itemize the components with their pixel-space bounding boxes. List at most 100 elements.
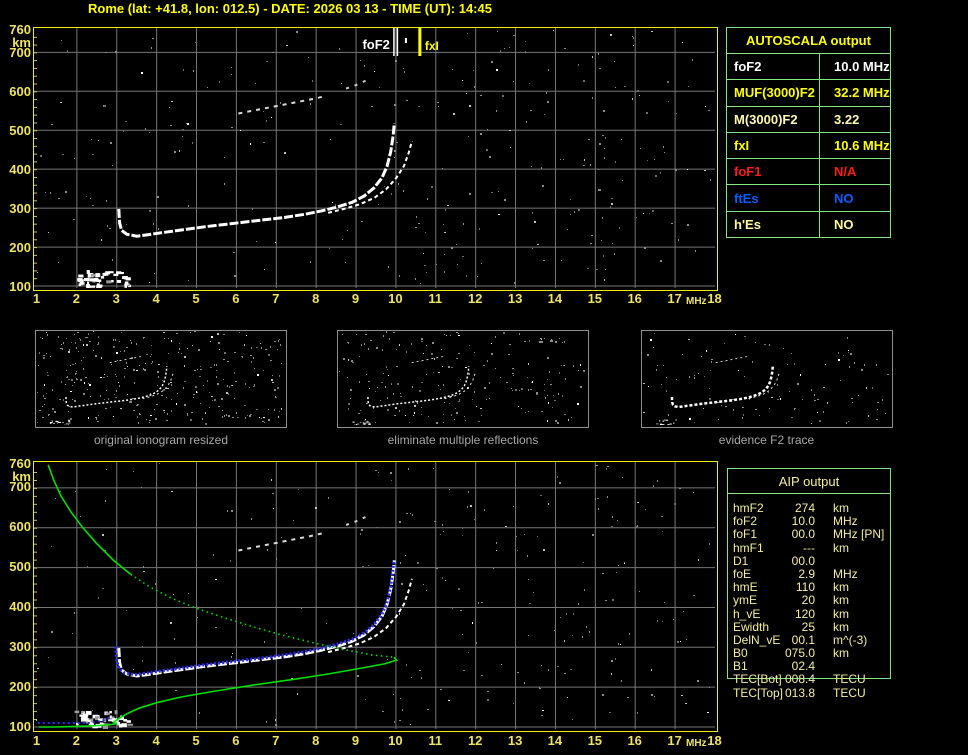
x-axis-tick-label: 14	[547, 291, 563, 306]
y-axis-tick-label: 200	[9, 239, 31, 255]
aip-unit: MHz	[833, 527, 858, 542]
parameter-label: h'Es	[727, 211, 820, 237]
x-axis-tick-label: 9	[351, 733, 360, 748]
x-axis-tick-label: 13	[507, 291, 523, 306]
aip-value: ---	[803, 540, 815, 555]
autoscala-row-fxi: fxI 10.6 MHz	[727, 132, 890, 160]
thumbnail-canvas	[339, 331, 585, 425]
fxI-marker-line	[418, 28, 422, 56]
aip-value: 00.0	[791, 527, 815, 542]
thumbnail-canvas	[643, 333, 889, 425]
thumbnail-caption: eliminate multiple reflections	[387, 433, 539, 447]
x-axis-tick-label: 15	[587, 733, 603, 748]
y-axis-unit-label: km	[12, 35, 31, 50]
top-ionogram-canvas: foF2 fxI	[34, 28, 715, 288]
y-axis-tick-label: 200	[9, 678, 31, 694]
aip-label: foF1	[733, 527, 758, 542]
aip-label: B0	[733, 646, 748, 661]
station-title: Rome (lat: +41.8, lon: 012.5) - DATE: 20…	[88, 1, 492, 16]
thumbnail-caption: evidence F2 trace	[718, 433, 815, 447]
y-axis-tick-label: 760	[9, 21, 31, 37]
aip-unit: km	[833, 619, 849, 634]
y-axis-tick-label: 600	[9, 519, 31, 535]
x-axis-tick-label: 10	[388, 733, 403, 748]
autoscala-row-muf3000f2: MUF(3000)F2 32.2 MHz	[727, 80, 890, 107]
autoscala-table-header: AUTOSCALA output	[727, 28, 890, 54]
aip-value: 02.4	[791, 659, 815, 674]
aip-row-hmf1: hmF1 --- km	[727, 540, 891, 555]
parameter-value: N/A	[834, 164, 857, 180]
aip-row-hve: h_vE 120 km	[727, 606, 891, 621]
aip-unit: km	[833, 646, 849, 661]
x-axis-tick-label: 13	[507, 733, 523, 748]
autoscala-row-fof1: foF1 N/A	[727, 159, 890, 186]
y-axis-tick-label: 500	[9, 559, 31, 575]
x-axis-tick-label: 1	[32, 733, 41, 748]
x-axis-tick-label: 11	[428, 291, 443, 306]
x-axis-tick-label: 2	[72, 291, 80, 306]
aip-table-rows: hmF2 274 km foF2 10.0 MHz foF1 00.0 MHz [PN] hmF1-…	[727, 502, 891, 700]
x-axis-tick-label: 15	[587, 291, 603, 306]
x-axis-tick-label: 14	[547, 733, 563, 748]
aip-row-tecbot: TEC[Bot] 008.4 TECU	[727, 673, 891, 686]
x-axis-tick-label: 5	[192, 291, 200, 306]
autoscala-table-rows: foF2 10.0 MHz MUF(3000)F2 32.2 MHz M(3000)F2…	[727, 54, 890, 237]
parameter-label: fxI	[727, 132, 820, 159]
thumbnail-eliminate-reflections	[337, 330, 589, 428]
aip-label: B1	[733, 659, 748, 674]
y-axis-tick-label: 100	[9, 718, 31, 734]
aip-row-yme: ymE 20 km	[727, 594, 891, 607]
aip-value: 00.0	[791, 553, 815, 568]
autoscala-row-hes: h'Es NO	[727, 211, 890, 237]
autoscala-row-fof2: foF2 10.0 MHz	[727, 54, 890, 81]
aip-unit: MHz	[833, 514, 858, 529]
foF2-marker-label: foF2	[362, 37, 389, 52]
aip-label: ymE	[733, 593, 757, 608]
autoscala-output-table: AUTOSCALA output foF2 10.0 MHz MUF(3000)F2…	[726, 27, 891, 238]
x-axis-tick-label: 17	[667, 291, 682, 306]
y-axis-tick-label: 400	[9, 599, 31, 614]
aip-value: 00.1	[791, 632, 815, 647]
parameter-value: NO	[834, 216, 854, 232]
x-axis-tick-label: 7	[272, 733, 280, 748]
x-axis-tick-label: 12	[467, 733, 483, 748]
top-ionogram-plot: foF2 fxI	[33, 27, 718, 291]
aip-label: foF2	[733, 514, 758, 529]
parameter-value: 10.6 MHz	[834, 137, 890, 153]
x-axis-tick-label: 17	[667, 733, 682, 748]
aip-unit: TECU	[833, 685, 866, 700]
aip-row-ewidth: Ewidth 25 km	[727, 619, 891, 634]
aip-label: D1	[733, 553, 749, 568]
x-axis-tick-label: 6	[232, 733, 240, 748]
aip-label: hmE	[733, 580, 758, 595]
aip-value: 120	[794, 606, 815, 621]
x-axis-tick-label: 12	[467, 291, 483, 306]
x-axis-tick-label: 9	[351, 291, 360, 306]
parameter-value: 3.22	[834, 111, 860, 127]
aip-label: foE	[733, 566, 752, 581]
parameter-label: foF2	[727, 54, 820, 80]
parameter-value: 10.0 MHz	[834, 59, 890, 75]
aip-value: 075.0	[784, 646, 815, 661]
x-axis-tick-label: 7	[272, 291, 280, 306]
parameter-label: foF1	[727, 159, 820, 185]
parameter-value: NO	[834, 190, 854, 206]
aip-value: 110	[795, 580, 815, 595]
aip-row-d1: D1 00.0	[727, 553, 891, 568]
fxI-marker-label: fxI	[425, 39, 439, 53]
x-axis-tick-label: 1	[32, 291, 41, 306]
y-axis-tick-label: 300	[9, 200, 31, 216]
aip-value: 274	[794, 501, 815, 515]
x-axis-tick-label: 16	[627, 291, 642, 306]
aip-unit: km	[833, 580, 849, 595]
thumbnail-original-ionogram	[35, 330, 287, 428]
aip-unit: km	[833, 540, 849, 555]
aip-unit: TECU	[833, 672, 866, 687]
aip-value: 008.4	[784, 672, 815, 687]
aip-unit: MHz	[833, 566, 858, 581]
x-axis-tick-label: 5	[192, 733, 200, 748]
x-axis-tick-label: 8	[312, 733, 320, 748]
autoscala-row-ftes: ftEs NO	[727, 185, 890, 212]
x-axis-tick-label: 6	[232, 291, 240, 306]
thumbnail-caption: original ionogram resized	[93, 433, 229, 447]
